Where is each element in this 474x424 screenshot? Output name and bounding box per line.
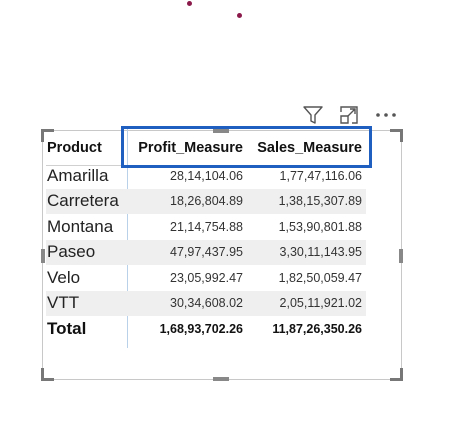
resize-handle-top-right[interactable]: [390, 129, 403, 142]
report-canvas: Product Profit_Measure Sales_Measure Ama…: [0, 0, 474, 424]
profit-cell: 18,26,804.89: [170, 194, 243, 209]
table-row[interactable]: Carretera 18,26,804.89 1,38,15,307.89: [46, 188, 366, 214]
product-cell: Amarilla: [47, 165, 109, 185]
total-profit-cell: 1,68,93,702.26: [159, 321, 243, 336]
product-cell: Paseo: [47, 242, 96, 262]
more-options-icon[interactable]: [374, 104, 396, 126]
table-total-row: Total 1,68,93,702.26 11,87,26,350.26: [46, 316, 366, 342]
table-row[interactable]: Velo 23,05,992.47 1,82,50,059.47: [46, 265, 366, 291]
profit-cell: 28,14,104.06: [170, 168, 243, 183]
visual-header-toolbar: [300, 104, 404, 128]
column-header-product[interactable]: Product: [46, 140, 127, 156]
product-cell: Velo: [47, 267, 81, 287]
product-cell: Carretera: [47, 191, 119, 211]
decorative-dot: [187, 1, 192, 6]
sales-cell: 1,77,47,116.06: [279, 168, 362, 183]
table-row[interactable]: Montana 21,14,754.88 1,53,90,801.88: [46, 214, 366, 240]
resize-handle-bottom[interactable]: [213, 377, 229, 381]
table-row[interactable]: Paseo 47,97,437.95 3,30,11,143.95: [46, 239, 366, 265]
profit-cell: 23,05,992.47: [170, 270, 243, 285]
resize-handle-bottom-left[interactable]: [41, 368, 54, 381]
sales-cell: 2,05,11,921.02: [279, 296, 362, 311]
total-sales-cell: 11,87,26,350.26: [272, 321, 362, 336]
sales-cell: 1,53,90,801.88: [278, 219, 362, 234]
profit-cell: 30,34,608.02: [170, 296, 243, 311]
sales-cell: 1,38,15,307.89: [278, 194, 362, 209]
sales-cell: 3,30,11,143.95: [279, 245, 362, 260]
resize-handle-left[interactable]: [41, 249, 45, 263]
product-cell: VTT: [47, 293, 80, 313]
resize-handle-right[interactable]: [399, 249, 403, 263]
profit-cell: 21,14,754.88: [170, 219, 243, 234]
focus-mode-icon[interactable]: [338, 104, 360, 126]
filter-icon[interactable]: [302, 104, 324, 126]
resize-handle-bottom-right[interactable]: [390, 368, 403, 381]
table-row[interactable]: VTT 30,34,608.02 2,05,11,921.02: [46, 290, 366, 316]
product-cell: Montana: [47, 216, 114, 236]
decorative-dot: [237, 13, 242, 18]
sales-cell: 1,82,50,059.47: [278, 270, 362, 285]
header-highlight-box: [121, 126, 372, 168]
profit-cell: 47,97,437.95: [170, 245, 243, 260]
total-label: Total: [47, 318, 87, 338]
